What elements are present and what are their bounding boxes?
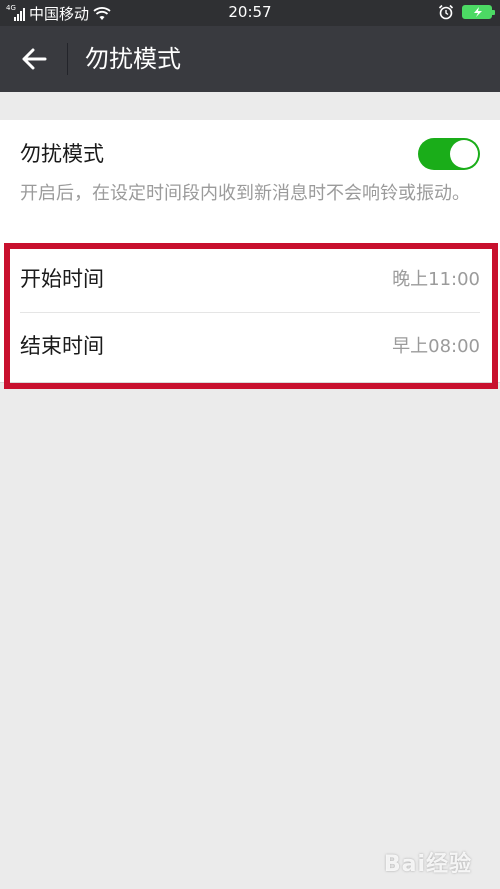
alarm-icon [438,4,454,20]
toggle-knob [450,140,478,168]
app-bar-divider [67,43,68,75]
page-title: 勿扰模式 [85,45,181,73]
back-arrow-icon [22,48,47,70]
end-time-value: 早上08:00 [392,336,480,357]
status-right [438,4,495,20]
dnd-title: 勿扰模式 [20,142,104,166]
app-bar: 勿扰模式 [0,26,500,92]
battery-icon [462,5,495,19]
dnd-description: 开启后，在设定时间段内收到新消息时不会响铃或振动。 [20,183,470,204]
charging-bolt-icon [474,7,482,17]
start-time-row[interactable]: 开始时间 晚上11:00 [0,246,500,313]
status-bar: 4G 中国移动 20:57 [0,0,500,26]
back-button[interactable] [8,35,60,83]
status-time: 20:57 [228,3,272,21]
start-time-value: 晚上11:00 [392,269,480,290]
start-time-label: 开始时间 [20,267,104,291]
dnd-toggle[interactable] [418,138,480,170]
end-time-row[interactable]: 结束时间 早上08:00 [0,313,500,380]
end-time-label: 结束时间 [20,334,104,358]
watermark: Bai经验 [383,852,472,877]
